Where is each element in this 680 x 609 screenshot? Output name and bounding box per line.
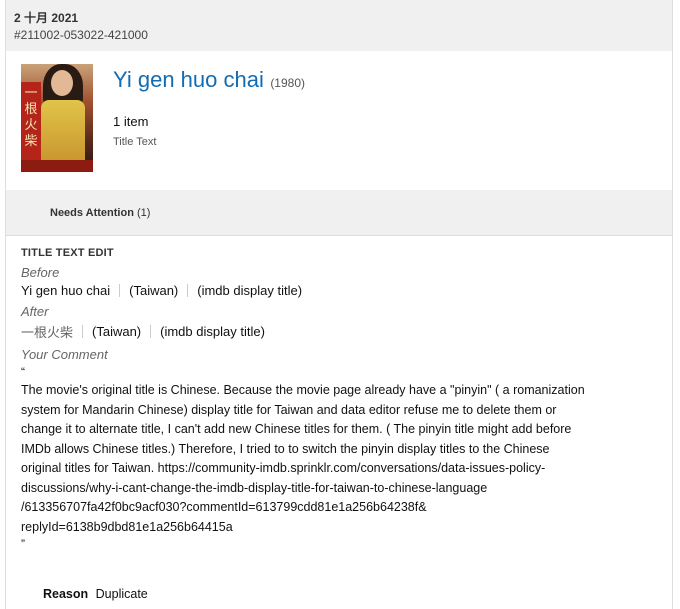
reason-value: Duplicate — [95, 587, 148, 601]
close-quote: ” — [21, 537, 25, 551]
before-region: (Taiwan) — [129, 283, 179, 298]
movie-title-link[interactable]: Yi gen huo chai — [113, 67, 264, 92]
item-count: 1 item — [113, 114, 149, 129]
needs-attention-bar[interactable]: Needs Attention (1) — [6, 190, 672, 236]
comment-line: The movie's original title is Chinese. B… — [21, 383, 585, 397]
comment-line: system for Mandarin Chinese) display tit… — [21, 402, 557, 417]
comment-line: /613356707fa42f0bc9acf030?commentId=6137… — [21, 500, 427, 514]
comment-line: original titles for Taiwan. https://comm… — [21, 461, 546, 475]
after-label: After — [21, 304, 49, 319]
submission-date: 2 十月 2021 — [14, 11, 79, 25]
reason-label: Reason — [43, 587, 89, 601]
divider — [82, 325, 84, 338]
reason-row: Reason Duplicate — [43, 587, 148, 601]
submission-header: 2 十月 2021 #211002-053022-421000 — [6, 0, 672, 52]
contribution-card: 2 十月 2021 #211002-053022-421000 一根火柴 Yi … — [5, 0, 673, 609]
user-comment: The movie's original title is Chinese. B… — [21, 381, 661, 537]
divider — [150, 325, 152, 338]
title-text-edit: TITLE TEXT EDIT Before Yi gen huo chai (… — [21, 247, 661, 551]
comment-line: discussions/why-i-cant-change-the-imdb-d… — [21, 480, 488, 495]
after-attribute: (imdb display title) — [160, 324, 265, 339]
item-type: Title Text — [113, 136, 157, 148]
before-title: Yi gen huo chai — [21, 283, 111, 298]
poster-bottom-strip — [21, 160, 93, 172]
needs-attention-label: Needs Attention (1) — [50, 207, 150, 219]
before-value: Yi gen huo chai (Taiwan) (imdb display t… — [21, 283, 661, 298]
needs-attention-count: (1) — [137, 207, 151, 219]
divider — [187, 284, 189, 297]
movie-title: Yi gen huo chai (1980) — [113, 67, 305, 93]
before-attribute: (imdb display title) — [197, 283, 303, 298]
comment-line: change it to alternate title, I can't ad… — [21, 422, 572, 436]
after-value: 一根火柴 (Taiwan) (imdb display title) — [21, 322, 661, 341]
edit-section-title: TITLE TEXT EDIT — [21, 247, 114, 259]
movie-poster-image[interactable]: 一根火柴 — [21, 64, 93, 172]
after-title: 一根火柴 — [21, 326, 74, 341]
open-quote: “ — [21, 365, 25, 379]
submission-id: #211002-053022-421000 — [14, 28, 148, 42]
needs-attention-text: Needs Attention — [50, 207, 134, 219]
poster-face — [51, 70, 73, 96]
divider — [119, 284, 121, 297]
title-summary: 一根火柴 Yi gen huo chai (1980) 1 item Title… — [6, 51, 672, 190]
comment-line: IMDb allows Chinese titles.) Therefore, … — [21, 441, 550, 456]
poster-title-artwork: 一根火柴 — [24, 86, 38, 149]
movie-year: (1980) — [270, 76, 305, 90]
comment-label: Your Comment — [21, 347, 108, 362]
before-label: Before — [21, 265, 60, 280]
after-region: (Taiwan) — [92, 324, 142, 339]
comment-line: replyId=6138b9dbd81e1a256b64415a — [21, 519, 233, 534]
